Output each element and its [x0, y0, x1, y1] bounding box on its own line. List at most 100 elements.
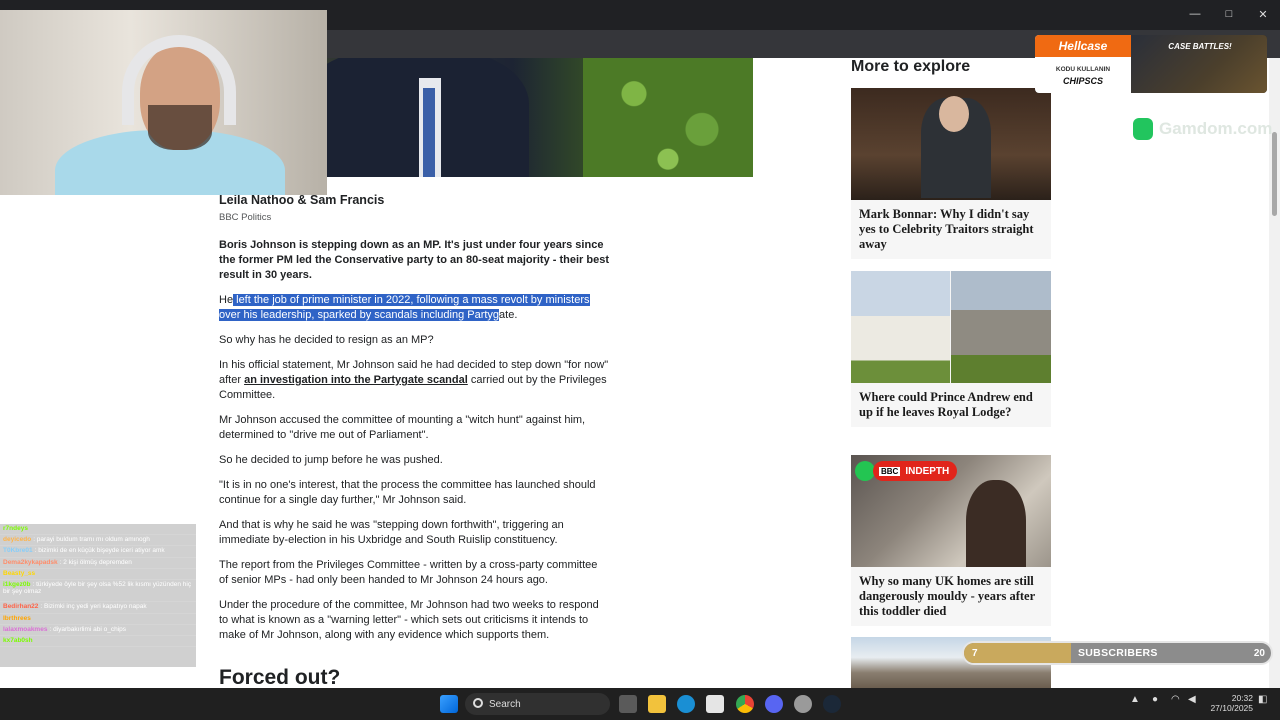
chat-user: kx7ab0sh — [3, 636, 33, 644]
windows-taskbar — [0, 688, 1280, 720]
badge-label: INDEPTH — [905, 465, 950, 477]
chat-message: lalaxmoakmes: diyarbakırlimi abi o_chips — [0, 625, 196, 636]
live-dot-icon — [855, 461, 875, 481]
article-paragraph: And that is why he said he was "stepping… — [219, 519, 564, 546]
article-paragraph: In his official statement, Mr Johnson sa… — [219, 358, 609, 403]
close-button[interactable]: ✕ — [1246, 0, 1280, 28]
discord-icon[interactable] — [765, 695, 783, 713]
clock-time: 20:32 — [1231, 693, 1253, 703]
article-paragraph: Mr Johnson accused the committee of moun… — [219, 414, 586, 441]
sponsor-banner-text: CASE BATTLES! — [1168, 42, 1232, 51]
chat-message: T0Kbre01: bizimki de en küçük bişeyde ic… — [0, 546, 196, 558]
stream-chat: r7ndeys deyicedo: parayi buldum tramı mı… — [0, 524, 196, 667]
article-subheading: Forced out? — [219, 666, 341, 689]
minimize-button[interactable]: — — [1178, 0, 1212, 28]
clock-date: 27/10/2025 — [1210, 703, 1253, 713]
microphone-icon[interactable]: ● — [1152, 694, 1158, 705]
sponsor-overlay: Hellcase KODU KULLANIN CHIPSCS CASE BATT… — [1035, 35, 1267, 93]
chat-user: T0Kbre01 — [3, 547, 33, 555]
image-head — [939, 96, 969, 132]
card-image: BBC INDEPTH — [851, 455, 1051, 567]
selected-text[interactable]: left the job of prime minister in 2022, … — [219, 294, 590, 321]
gamdom-icon — [1133, 118, 1153, 140]
chat-text: : diyarbakırlimi abi o_chips — [49, 625, 127, 633]
tray-chevron-icon[interactable]: ▲ — [1130, 694, 1140, 705]
article-paragraph: So he decided to jump before he was push… — [219, 454, 443, 466]
start-icon[interactable] — [440, 695, 458, 713]
search-icon — [473, 698, 483, 708]
partygate-link[interactable]: an investigation into the Partygate scan… — [244, 374, 468, 386]
edge-icon[interactable] — [677, 695, 695, 713]
image-house-right — [950, 271, 1051, 383]
article-lead: Boris Johnson is stepping down as an MP.… — [219, 239, 609, 281]
chat-text: : parayi buldum tramı mı oldum amınogh — [33, 536, 150, 544]
taskbar-search[interactable]: Search — [465, 693, 610, 715]
text-pre: He — [219, 294, 234, 306]
chat-user: i1kgez0b — [3, 580, 31, 588]
chat-message: deyicedo: parayi buldum tramı mı oldum a… — [0, 535, 196, 547]
chat-message: Bedirhan22: Bizimki inç yedi yeri kapatı… — [0, 602, 196, 614]
article-body: Boris Johnson is stepping down as an MP.… — [219, 238, 609, 653]
app-icon[interactable] — [794, 695, 812, 713]
bbc-logo: BBC — [879, 466, 901, 476]
article-paragraph: "It is in no one's interest, that the pr… — [219, 479, 596, 506]
notification-icon[interactable]: ◧ — [1258, 694, 1267, 705]
chat-user: Beasty_ss — [3, 569, 36, 577]
chat-message: Dema2kykapadsk: 2 kişi ölmüş depremden — [0, 558, 196, 569]
explore-card[interactable]: Mark Bonnar: Why I didn't say yes to Cel… — [851, 88, 1051, 259]
hero-tie — [423, 88, 435, 177]
maximize-button[interactable]: □ — [1212, 0, 1246, 28]
image-house-left — [851, 271, 950, 383]
sponsor-code-label: KODU KULLANIN — [1055, 66, 1111, 73]
headphones-icon — [122, 35, 236, 125]
article-paragraph: So why has he decided to resign as an MP… — [219, 334, 434, 346]
chat-user: deyicedo — [3, 536, 32, 544]
gamdom-text: Gamdom.com — [1159, 119, 1273, 138]
chat-text: : Bizimki inç yedi yeri kapatıyo napak — [40, 603, 147, 611]
scrollbar-thumb[interactable] — [1272, 132, 1277, 216]
card-caption[interactable]: Why so many UK homes are still dangerous… — [851, 567, 1051, 626]
chat-message: Beasty_ss — [0, 569, 196, 580]
sponsor-code: CHIPSCS — [1062, 76, 1103, 86]
article-paragraph: He left the job of prime minister in 202… — [219, 293, 609, 323]
indepth-badge: BBC INDEPTH — [873, 461, 958, 481]
chat-message: kx7ab0sh — [0, 636, 196, 648]
gamdom-watermark: Gamdom.com — [1133, 118, 1272, 140]
taskbar-clock[interactable]: 20:32 27/10/2025 — [1205, 693, 1253, 713]
chat-user: lalaxmoakmes — [3, 625, 48, 633]
taskbar-search-label: Search — [489, 698, 521, 710]
chat-user: Ibrthrees — [3, 614, 31, 622]
chat-text: : 2 kişi ölmüş depremden — [59, 558, 132, 566]
wifi-icon[interactable]: ◠ — [1171, 694, 1180, 705]
file-explorer-icon[interactable] — [648, 695, 666, 713]
card-caption[interactable]: Where could Prince Andrew end up if he l… — [851, 383, 1051, 427]
article-paragraph: Under the procedure of the committee, Mr… — [219, 599, 599, 641]
window-controls: — □ ✕ — [1178, 0, 1280, 28]
volume-icon[interactable]: ◀ — [1188, 694, 1196, 705]
chat-text: : bizimki de en küçük bişeyde iceri atiy… — [34, 547, 165, 555]
chat-user: Bedirhan22 — [3, 603, 39, 611]
store-icon[interactable] — [706, 695, 724, 713]
article-author: Leila Nathoo & Sam Francis — [219, 193, 385, 207]
chat-user: Dema2kykapadsk — [3, 558, 58, 566]
card-image — [851, 271, 1051, 383]
subscriber-label: SUBSCRIBERS — [1078, 647, 1158, 659]
webcam-overlay — [0, 10, 327, 195]
article-department: BBC Politics — [219, 212, 272, 223]
subscriber-goal: 20 — [1253, 647, 1265, 659]
subscriber-goal-fill — [964, 643, 1072, 663]
chrome-icon[interactable] — [736, 695, 754, 713]
card-image — [851, 88, 1051, 200]
explore-card[interactable]: Where could Prince Andrew end up if he l… — [851, 271, 1051, 427]
chat-message: Ibrthrees — [0, 614, 196, 625]
hellcase-logo: Hellcase — [1035, 35, 1131, 57]
hero-figure — [299, 58, 529, 177]
task-view-icon[interactable] — [619, 695, 637, 713]
steam-icon[interactable] — [823, 695, 841, 713]
screen: — □ ✕ Leila Nathoo & Sam Francis BBC Pol… — [0, 0, 1280, 720]
explore-card[interactable]: BBC INDEPTH Why so many UK homes are stil… — [851, 455, 1051, 626]
chat-user: r7ndeys — [3, 525, 28, 532]
chat-text: : türkiyede öyle bir şey olsa %52 lik kı… — [3, 580, 192, 595]
chat-message: i1kgez0b: türkiyede öyle bir şey olsa %5… — [0, 580, 196, 603]
card-caption[interactable]: Mark Bonnar: Why I didn't say yes to Cel… — [851, 200, 1051, 259]
